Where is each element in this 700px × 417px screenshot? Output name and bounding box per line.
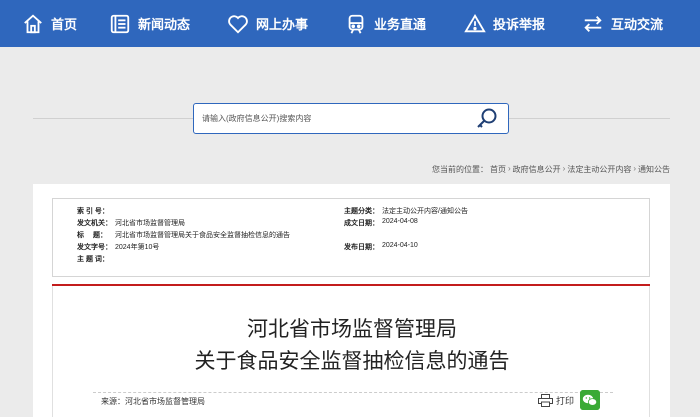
nav-item-online-service[interactable]: 网上办事	[227, 0, 308, 47]
content-panel: 索 引 号： 发文机关： 河北省市场监督管理局 标 题： 河北省市场监督管理局关…	[33, 184, 670, 417]
top-nav: 首页 新闻动态 网上办事 业务直通 投诉举报 互动交流	[0, 0, 700, 47]
breadcrumb-home[interactable]: 首页	[490, 164, 506, 175]
document-source: 来源：河北省市场监督管理局	[101, 397, 205, 406]
wechat-share-icon[interactable]	[580, 390, 600, 410]
meta-created: 成文日期： 2024-04-08	[344, 218, 418, 228]
news-icon	[110, 14, 130, 33]
meta-category: 主题分类： 法定主动公开内容/通知公告	[344, 206, 468, 216]
breadcrumb-notices[interactable]: 通知公告	[638, 164, 670, 175]
nav-label: 网上办事	[256, 17, 309, 32]
nav-label: 首页	[51, 17, 78, 32]
train-icon	[348, 14, 364, 34]
meta-issuer-value: 河北省市场监督管理局	[115, 220, 185, 227]
document-title-line1: 河北省市场监督管理局	[247, 317, 457, 341]
meta-subject-key: 主 题 词：	[77, 256, 109, 263]
breadcrumb-separator: ›	[507, 164, 511, 173]
print-label: 打印	[556, 396, 575, 406]
printer-icon	[538, 394, 553, 407]
document-area: 河北省市场监督管理局 关于食品安全监督抽检信息的通告 来源：河北省市场监督管理局…	[52, 286, 650, 417]
heart-icon	[228, 14, 248, 34]
meta-issuer: 发文机关： 河北省市场监督管理局	[77, 218, 185, 228]
meta-published-key: 发布日期：	[344, 244, 379, 251]
print-button[interactable]: 打印	[538, 394, 574, 407]
meta-title-value: 河北省市场监督管理局关于食品安全监督抽检信息的通告	[115, 232, 290, 239]
nav-item-home[interactable]: 首页	[22, 0, 77, 47]
meta-docno-key: 发文字号：	[77, 244, 112, 251]
nav-label: 新闻动态	[138, 17, 191, 32]
meta-index-key: 索 引 号：	[77, 208, 109, 215]
source-divider	[93, 392, 613, 393]
nav-label: 互动交流	[611, 17, 664, 32]
nav-item-business[interactable]: 业务直通	[345, 0, 426, 47]
nav-item-complaint[interactable]: 投诉举报	[464, 0, 545, 47]
meta-created-value: 2024-04-08	[382, 218, 418, 225]
meta-docno-value: 2024年第10号	[115, 244, 160, 251]
search-input[interactable]	[202, 104, 462, 133]
meta-published: 发布日期： 2024-04-10	[344, 242, 418, 252]
meta-created-key: 成文日期：	[344, 220, 379, 227]
nav-label: 投诉举报	[493, 17, 546, 32]
search-icon[interactable]	[474, 106, 500, 132]
nav-item-news[interactable]: 新闻动态	[109, 0, 190, 47]
metadata-table: 索 引 号： 发文机关： 河北省市场监督管理局 标 题： 河北省市场监督管理局关…	[52, 198, 650, 277]
meta-index: 索 引 号：	[77, 206, 115, 216]
meta-category-key: 主题分类：	[344, 208, 379, 215]
breadcrumb: 您当前的位置： 首页 › 政府信息公开 › 法定主动公开内容 › 通知公告	[432, 164, 670, 175]
meta-category-value: 法定主动公开内容/通知公告	[382, 208, 468, 215]
meta-title-key: 标 题：	[77, 232, 107, 239]
exchange-icon	[584, 15, 602, 32]
meta-docno: 发文字号： 2024年第10号	[77, 242, 159, 252]
nav-item-interaction[interactable]: 互动交流	[582, 0, 663, 47]
meta-issuer-key: 发文机关：	[77, 220, 112, 227]
home-icon	[24, 14, 42, 33]
search-box	[193, 103, 509, 134]
document-title-line2: 关于食品安全监督抽检信息的通告	[194, 349, 510, 373]
breadcrumb-separator: ›	[633, 164, 636, 173]
breadcrumb-separator: ›	[562, 164, 566, 173]
meta-published-value: 2024-04-10	[382, 242, 418, 249]
breadcrumb-info-public[interactable]: 政府信息公开	[513, 164, 561, 175]
meta-subject: 主 题 词：	[77, 254, 115, 264]
breadcrumb-statutory[interactable]: 法定主动公开内容	[567, 164, 631, 175]
nav-label: 业务直通	[374, 17, 427, 32]
breadcrumb-prefix: 您当前的位置：	[431, 165, 488, 174]
meta-title: 标 题： 河北省市场监督管理局关于食品安全监督抽检信息的通告	[77, 230, 290, 240]
warning-icon	[464, 13, 486, 32]
